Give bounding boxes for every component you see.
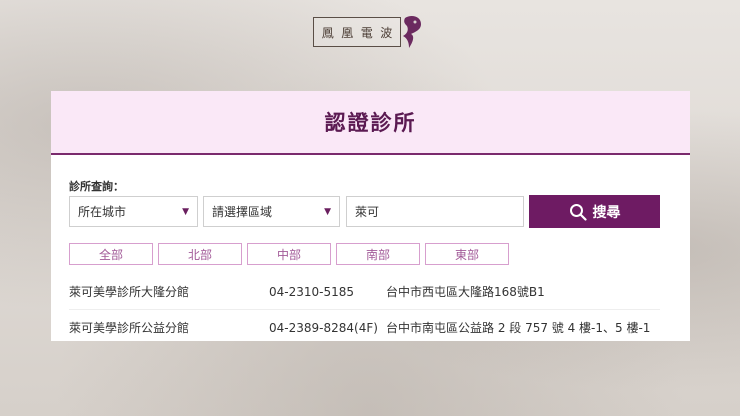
clinic-row: 萊可美學診所大隆分館 04-2310-5185 台中市西屯區大隆路168號B1 [69,274,660,310]
region-tab-central[interactable]: 中部 [247,243,331,265]
region-tab-north[interactable]: 北部 [158,243,242,265]
clinic-name: 萊可美學診所大隆分館 [69,285,190,299]
brand-logo[interactable]: 鳳 凰 電 波 [313,14,426,50]
logo-char: 波 [380,25,393,40]
logo-char: 電 [360,25,373,40]
clinic-address: 台中市南屯區公益路 2 段 757 號 4 樓-1、5 樓-1 [386,321,651,335]
area-select-value: 請選擇區域 [212,205,273,219]
clinic-row: 萊可美學診所公益分館 04-2389-8284(4F) 台中市南屯區公益路 2 … [69,310,660,341]
page-title: 認證診所 [324,111,417,135]
card-header: 認證診所 [51,91,690,155]
logo-char: 鳳 [321,25,334,40]
region-tab-east[interactable]: 東部 [425,243,509,265]
city-select-value: 所在城市 [78,205,127,219]
search-button-label: 搜尋 [592,204,621,221]
region-tab-south[interactable]: 南部 [336,243,420,265]
region-tab-all[interactable]: 全部 [69,243,153,265]
dropdown-arrow-icon: ▼ [324,206,331,217]
region-tabs: 全部 北部 中部 南部 東部 [69,243,509,265]
clinic-phone: 04-2310-5185 [269,284,355,299]
logo-char: 凰 [341,25,354,40]
dropdown-arrow-icon: ▼ [182,206,189,217]
clinic-card: 認證診所 診所查詢： 所在城市 ▼ 請選擇區域 ▼ 萊可 搜尋 全部 北部 中部… [51,91,690,341]
clinic-address: 台中市西屯區大隆路168號B1 [386,285,545,299]
search-icon [569,203,587,221]
logo-box: 鳳 凰 電 波 [313,17,401,47]
search-button[interactable]: 搜尋 [529,195,660,228]
city-select[interactable]: 所在城市 ▼ [69,196,198,227]
clinic-name: 萊可美學診所公益分館 [69,321,190,335]
filter-label: 診所查詢： [69,180,124,193]
area-select[interactable]: 請選擇區域 ▼ [203,196,340,227]
phoenix-icon [403,16,421,48]
keyword-input[interactable]: 萊可 [346,196,524,227]
clinic-phone: 04-2389-8284(4F) [269,320,378,335]
